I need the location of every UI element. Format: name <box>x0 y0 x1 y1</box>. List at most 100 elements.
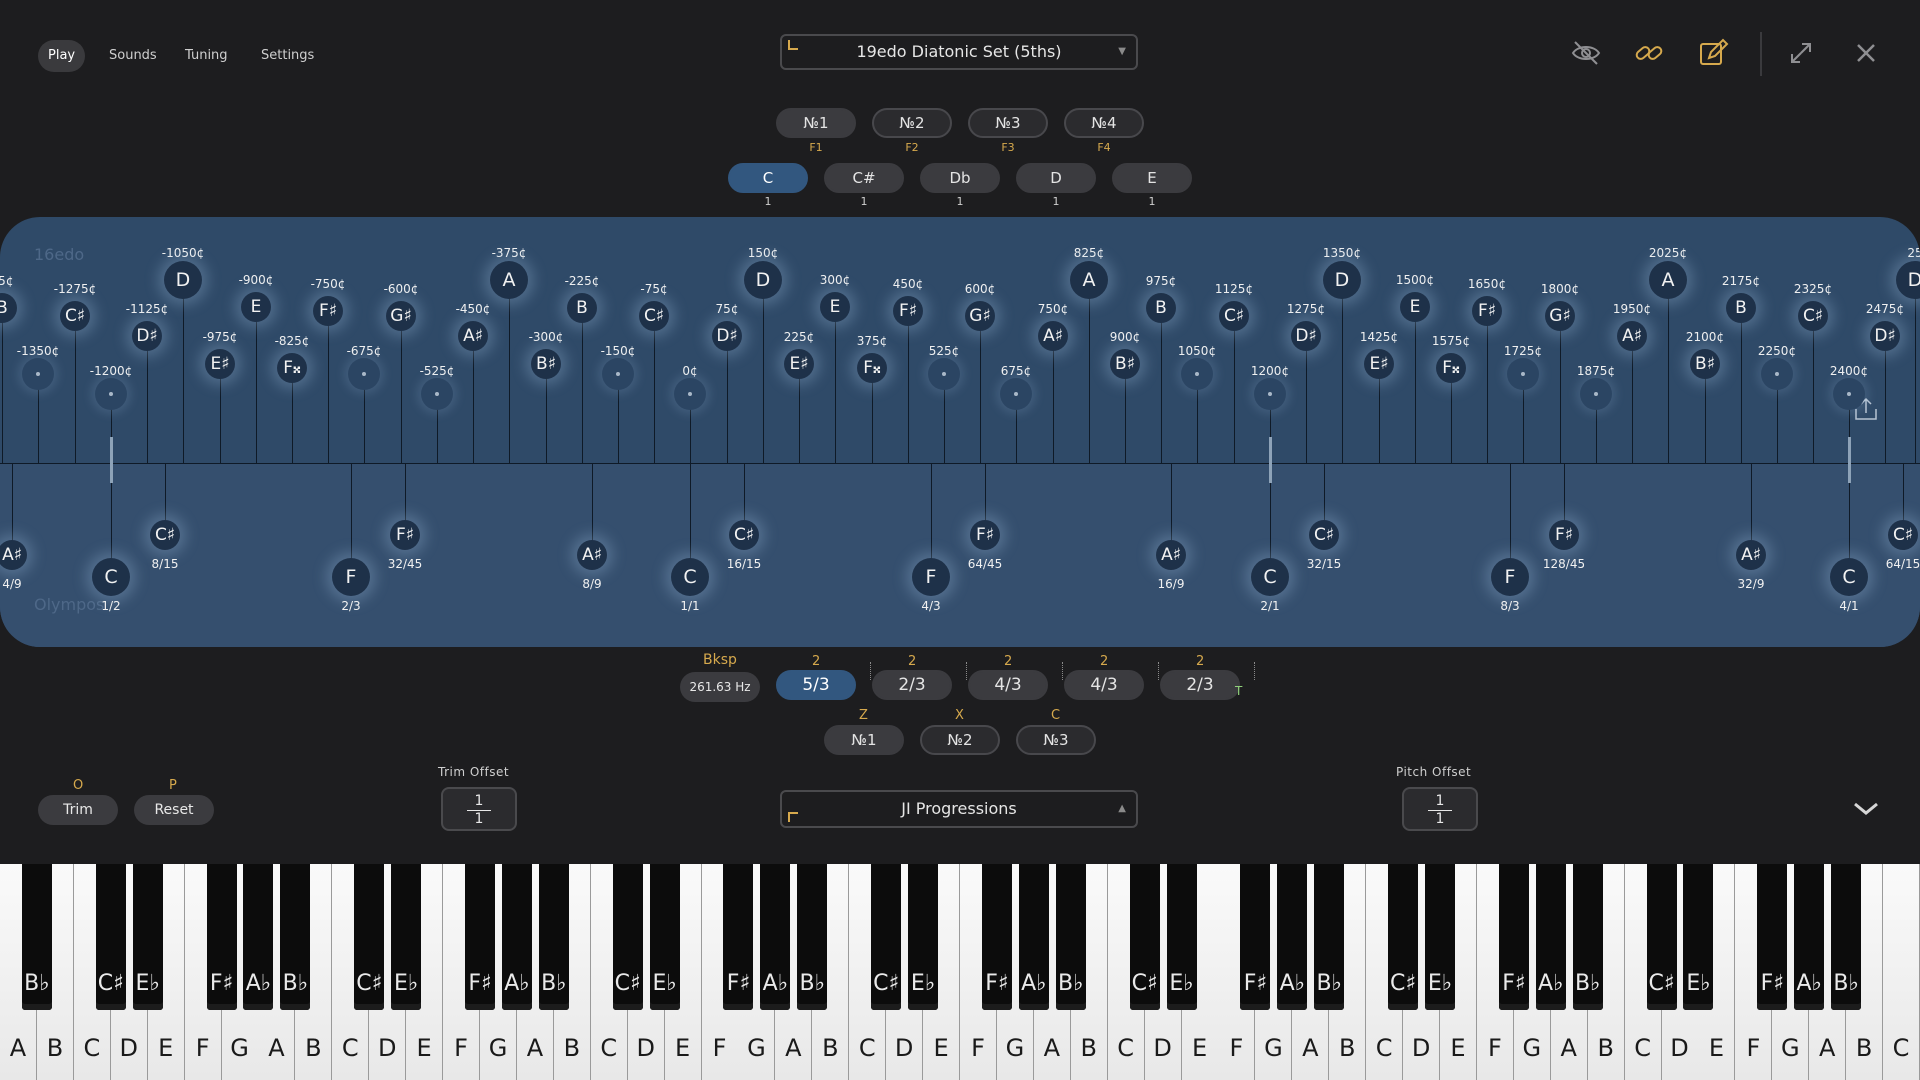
black-key[interactable]: B♭ <box>280 864 311 1010</box>
empty-note-node[interactable] <box>95 378 127 410</box>
note-node[interactable]: A <box>1070 261 1108 299</box>
black-key[interactable]: E♭ <box>1683 864 1714 1010</box>
empty-note-node[interactable] <box>1761 358 1793 390</box>
edit-icon[interactable] <box>1696 36 1730 70</box>
note-node[interactable]: F𝄪 <box>857 353 887 383</box>
black-key[interactable]: F♯ <box>1498 864 1529 1010</box>
note-node[interactable]: A♯ <box>1038 321 1068 351</box>
ratio-note-node[interactable]: F <box>332 558 370 596</box>
black-key[interactable]: B♭ <box>538 864 569 1010</box>
empty-note-node[interactable] <box>1580 378 1612 410</box>
note-node[interactable]: F♯ <box>893 296 923 326</box>
ji-progressions-select[interactable]: JI Progressions ▲ <box>780 790 1138 828</box>
black-key[interactable]: B♭ <box>21 864 52 1010</box>
note-node[interactable]: D♯ <box>712 321 742 351</box>
black-key[interactable]: E♭ <box>391 864 422 1010</box>
black-key[interactable]: E♭ <box>1166 864 1197 1010</box>
black-key[interactable]: C♯ <box>871 864 902 1010</box>
set-button-2[interactable]: №2 <box>872 108 952 138</box>
tab-tuning[interactable]: Tuning <box>175 40 238 72</box>
trim-button[interactable]: Trim <box>38 795 118 825</box>
empty-note-node[interactable] <box>1507 358 1539 390</box>
note-node[interactable]: B♯ <box>531 349 561 379</box>
piano-keyboard[interactable]: ABCDEFGABCDEFGABCDEFGABCDEFGABCDEFGABCDE… <box>0 864 1920 1080</box>
note-node[interactable]: E <box>1400 292 1430 322</box>
empty-note-node[interactable] <box>22 358 54 390</box>
note-node[interactable]: E <box>820 292 850 322</box>
ratio-note-node[interactable]: C <box>671 558 709 596</box>
ratio-note-node[interactable]: F <box>912 558 950 596</box>
note-node[interactable]: C♯ <box>1219 301 1249 331</box>
collapse-chevron-icon[interactable] <box>1852 798 1880 818</box>
black-key[interactable]: C♯ <box>1388 864 1419 1010</box>
progression-step-2[interactable]: 2/3 <box>872 670 952 700</box>
note-node[interactable]: D <box>1896 261 1920 299</box>
note-node[interactable]: E♯ <box>205 349 235 379</box>
close-icon[interactable] <box>1849 36 1883 70</box>
black-key[interactable]: C♯ <box>354 864 385 1010</box>
note-node[interactable]: F♯ <box>1472 296 1502 326</box>
ratio-note-node[interactable]: A♯ <box>577 540 607 570</box>
black-key[interactable]: A♭ <box>501 864 532 1010</box>
empty-note-node[interactable] <box>602 358 634 390</box>
root-button-e[interactable]: E <box>1112 163 1192 193</box>
empty-note-node[interactable] <box>928 358 960 390</box>
note-node[interactable]: B <box>1726 293 1756 323</box>
black-key[interactable]: A♭ <box>1535 864 1566 1010</box>
ratio-note-node[interactable]: C♯ <box>1888 520 1918 550</box>
black-key[interactable]: A♭ <box>1794 864 1825 1010</box>
root-button-d[interactable]: D <box>1016 163 1096 193</box>
note-node[interactable]: D <box>1323 261 1361 299</box>
note-node[interactable]: G♯ <box>1545 301 1575 331</box>
empty-note-node[interactable] <box>1000 378 1032 410</box>
black-key[interactable]: F♯ <box>981 864 1012 1010</box>
note-node[interactable]: B <box>567 293 597 323</box>
black-key[interactable]: B♭ <box>1314 864 1345 1010</box>
black-key[interactable]: F♯ <box>206 864 237 1010</box>
empty-note-node[interactable] <box>348 358 380 390</box>
link-icon[interactable] <box>1632 36 1666 70</box>
note-node[interactable]: B♯ <box>1690 349 1720 379</box>
root-button-csharp[interactable]: C# <box>824 163 904 193</box>
tab-settings[interactable]: Settings <box>251 40 324 72</box>
black-key[interactable]: A♭ <box>1018 864 1049 1010</box>
note-node[interactable]: E <box>241 292 271 322</box>
black-key[interactable]: A♭ <box>1277 864 1308 1010</box>
note-node[interactable]: B <box>1146 293 1176 323</box>
note-node[interactable]: D♯ <box>1291 321 1321 351</box>
note-node[interactable]: G♯ <box>965 301 995 331</box>
tuning-lattice-panel[interactable]: 16edo Olympos 25¢B-1275¢C♯-1050¢D-1125¢D… <box>0 217 1920 647</box>
pitch-offset-field[interactable]: 1 1 <box>1402 787 1478 831</box>
note-node[interactable]: F𝄪 <box>277 353 307 383</box>
ratio-note-node[interactable]: C♯ <box>1309 520 1339 550</box>
ratio-note-node[interactable]: C <box>1251 558 1289 596</box>
note-node[interactable]: B <box>0 293 17 323</box>
ratio-note-node[interactable]: A♯ <box>1736 540 1766 570</box>
note-node[interactable]: A <box>1649 261 1687 299</box>
black-key[interactable]: B♭ <box>797 864 828 1010</box>
ratio-note-node[interactable]: C <box>92 558 130 596</box>
set-button-4[interactable]: №4 <box>1064 108 1144 138</box>
black-key[interactable]: B♭ <box>1831 864 1862 1010</box>
tab-sounds[interactable]: Sounds <box>99 40 167 72</box>
note-node[interactable]: D <box>164 261 202 299</box>
note-node[interactable]: C♯ <box>1798 301 1828 331</box>
black-key[interactable]: E♭ <box>649 864 680 1010</box>
note-node[interactable]: A♯ <box>1617 321 1647 351</box>
black-key[interactable]: F♯ <box>1240 864 1271 1010</box>
note-node[interactable]: D <box>744 261 782 299</box>
ratio-note-node[interactable]: F♯ <box>970 520 1000 550</box>
slot-button-2[interactable]: №2 <box>920 725 1000 755</box>
ratio-note-node[interactable]: F♯ <box>390 520 420 550</box>
progression-step-3[interactable]: 4/3 <box>968 670 1048 700</box>
root-button-c[interactable]: C <box>728 163 808 193</box>
ratio-note-node[interactable]: F♯ <box>1549 520 1579 550</box>
note-node[interactable]: D♯ <box>1870 321 1900 351</box>
hide-icon[interactable] <box>1569 36 1603 70</box>
black-key[interactable]: C♯ <box>95 864 126 1010</box>
black-key[interactable]: F♯ <box>1757 864 1788 1010</box>
empty-note-node[interactable] <box>1833 378 1865 410</box>
black-key[interactable]: E♭ <box>1425 864 1455 1010</box>
black-key[interactable]: C♯ <box>612 864 643 1010</box>
note-node[interactable]: D♯ <box>132 321 162 351</box>
